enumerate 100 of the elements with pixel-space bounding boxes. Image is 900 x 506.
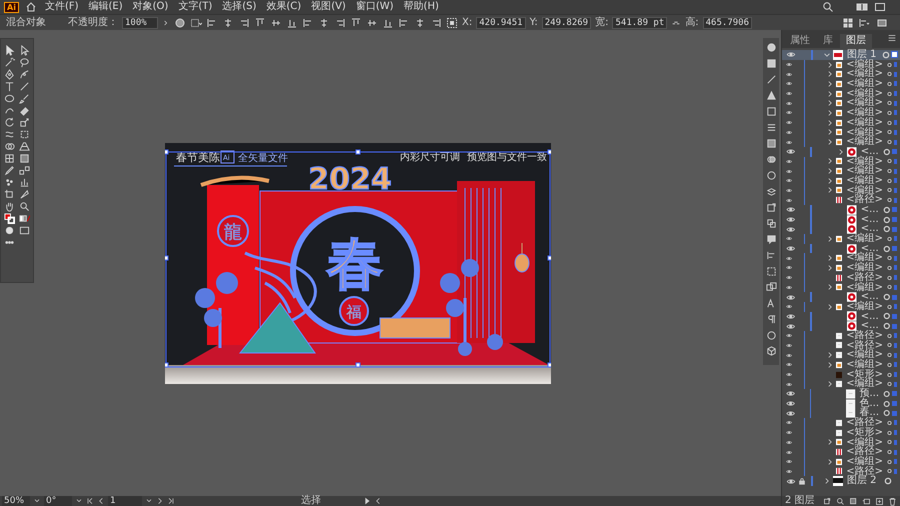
eye-icon[interactable] [786, 50, 796, 60]
brushes-icon[interactable] [766, 74, 776, 85]
layer-name[interactable]: <... [860, 292, 879, 302]
layer-name[interactable]: <编组> [846, 60, 883, 70]
layer-name[interactable]: <编组> [846, 88, 883, 98]
layer-row[interactable]: 春... [782, 408, 900, 418]
target-circle-icon[interactable] [886, 274, 892, 282]
menu-item[interactable]: 编辑(E) [86, 1, 125, 13]
layer-row[interactable]: <编组> [782, 60, 900, 70]
menu-item[interactable]: 效果(C) [264, 1, 304, 13]
transform-icon[interactable] [766, 266, 776, 277]
lasso-icon[interactable] [19, 57, 30, 68]
target-circle-icon[interactable] [883, 400, 890, 408]
bar-chart-icon[interactable] [19, 177, 30, 188]
reference-point-icon[interactable] [446, 16, 458, 28]
artboards-icon[interactable] [766, 282, 776, 293]
layer-name[interactable]: 预... [860, 389, 880, 399]
screen-mode-icon[interactable] [874, 1, 886, 13]
symbols-icon[interactable] [766, 90, 776, 101]
target-circle-icon[interactable] [886, 108, 892, 117]
layer-row[interactable]: <路径> [782, 195, 900, 205]
globe-icon[interactable] [174, 16, 186, 28]
target-circle-icon[interactable] [886, 438, 892, 446]
align-icon[interactable] [302, 16, 314, 28]
eye-icon[interactable] [786, 147, 796, 156]
target-circle-icon[interactable] [882, 206, 890, 214]
target-circle-icon[interactable] [886, 351, 892, 360]
panel-tab[interactable]: 图层 [840, 34, 872, 48]
layer-name[interactable]: <... [860, 244, 879, 254]
layer-row[interactable]: <编组> [782, 118, 900, 128]
target-circle-icon[interactable] [886, 302, 892, 311]
search-icon[interactable] [822, 1, 834, 13]
target-circle-icon[interactable] [886, 234, 892, 243]
target-circle-icon[interactable] [886, 90, 892, 98]
target-circle-icon[interactable] [886, 157, 892, 166]
rotate-icon[interactable] [4, 117, 15, 128]
direct-selection-arrow-icon[interactable] [19, 45, 30, 56]
ellipse-icon[interactable] [4, 93, 15, 104]
eye-icon[interactable] [786, 399, 796, 408]
align-icon[interactable] [238, 16, 250, 28]
target-circle-icon[interactable] [886, 341, 892, 350]
layer-name[interactable]: <编组> [846, 302, 883, 312]
layer-row[interactable]: 色... [782, 398, 900, 408]
target-circle-icon[interactable] [886, 332, 892, 340]
trash-icon[interactable] [888, 496, 897, 506]
pen-icon[interactable] [4, 69, 15, 80]
layer-name[interactable]: <... [860, 146, 879, 157]
align-icon[interactable] [334, 16, 346, 28]
free-transform-icon[interactable] [19, 129, 30, 140]
export-icon[interactable] [823, 496, 832, 506]
next-artboard-icon[interactable] [156, 497, 164, 505]
layer-name[interactable]: <... [860, 312, 879, 322]
width-field[interactable]: 541.89 pt [612, 16, 668, 28]
chevron-right-icon[interactable] [826, 380, 834, 388]
target-circle-icon[interactable] [882, 148, 890, 156]
play-icon[interactable] [363, 497, 371, 505]
target-circle-icon[interactable] [886, 418, 892, 427]
x-field[interactable]: 420.9451 [476, 16, 526, 28]
layer-row[interactable]: <编组> [782, 137, 900, 147]
layer-row[interactable]: <编组> [782, 456, 900, 467]
align-panel-icon[interactable] [766, 250, 776, 261]
symbol-sprayer-icon[interactable] [4, 177, 15, 188]
layer-row[interactable]: <编组> [782, 263, 900, 273]
target-circle-icon[interactable] [883, 409, 890, 418]
opentype-icon[interactable] [766, 330, 776, 341]
layer-row[interactable]: <编组> [782, 350, 900, 360]
layer-name[interactable]: <矩形> [846, 370, 883, 380]
target-circle-icon[interactable] [882, 322, 890, 330]
target-circle-icon[interactable] [886, 176, 892, 185]
layer-name[interactable]: <编组> [846, 379, 883, 390]
perspective-grid-icon[interactable] [19, 141, 30, 152]
eye-icon[interactable] [786, 244, 796, 254]
layers-panel-icon[interactable] [766, 186, 776, 197]
target-circle-icon[interactable] [882, 312, 890, 320]
target-circle-icon[interactable] [886, 118, 892, 127]
appearance-icon[interactable] [766, 170, 776, 181]
align-icon[interactable] [222, 16, 234, 28]
layer-row[interactable]: <矩形> [782, 428, 900, 438]
layer-row[interactable]: <... [782, 205, 900, 215]
target-circle-icon[interactable] [882, 244, 890, 253]
blend-icon[interactable] [19, 165, 30, 176]
layer-row[interactable]: 预... [782, 389, 900, 399]
transparency-icon[interactable] [766, 154, 776, 165]
layer-row[interactable]: <编组> [782, 176, 900, 186]
menu-item[interactable]: 视图(V) [309, 1, 348, 13]
layer-row[interactable]: <... [782, 244, 900, 254]
selection-arrow-icon[interactable] [4, 45, 15, 56]
layer-name[interactable]: <路径> [846, 418, 883, 428]
new-sublayer-icon[interactable] [862, 496, 871, 506]
chevron-right-icon[interactable] [823, 477, 831, 486]
layer-name[interactable]: <... [860, 224, 879, 234]
layer-row[interactable]: <路径> [782, 418, 900, 428]
eye-icon[interactable] [786, 215, 796, 224]
magic-wand-icon[interactable] [4, 57, 15, 68]
zoom-field[interactable]: 50% [2, 496, 30, 506]
layer-name[interactable]: <编组> [846, 456, 883, 467]
layer-row[interactable]: 图层 2 [782, 476, 900, 486]
layer-row[interactable]: <编组> [782, 128, 900, 138]
target-circle-icon[interactable] [886, 138, 892, 146]
target-circle-icon[interactable] [886, 80, 892, 88]
